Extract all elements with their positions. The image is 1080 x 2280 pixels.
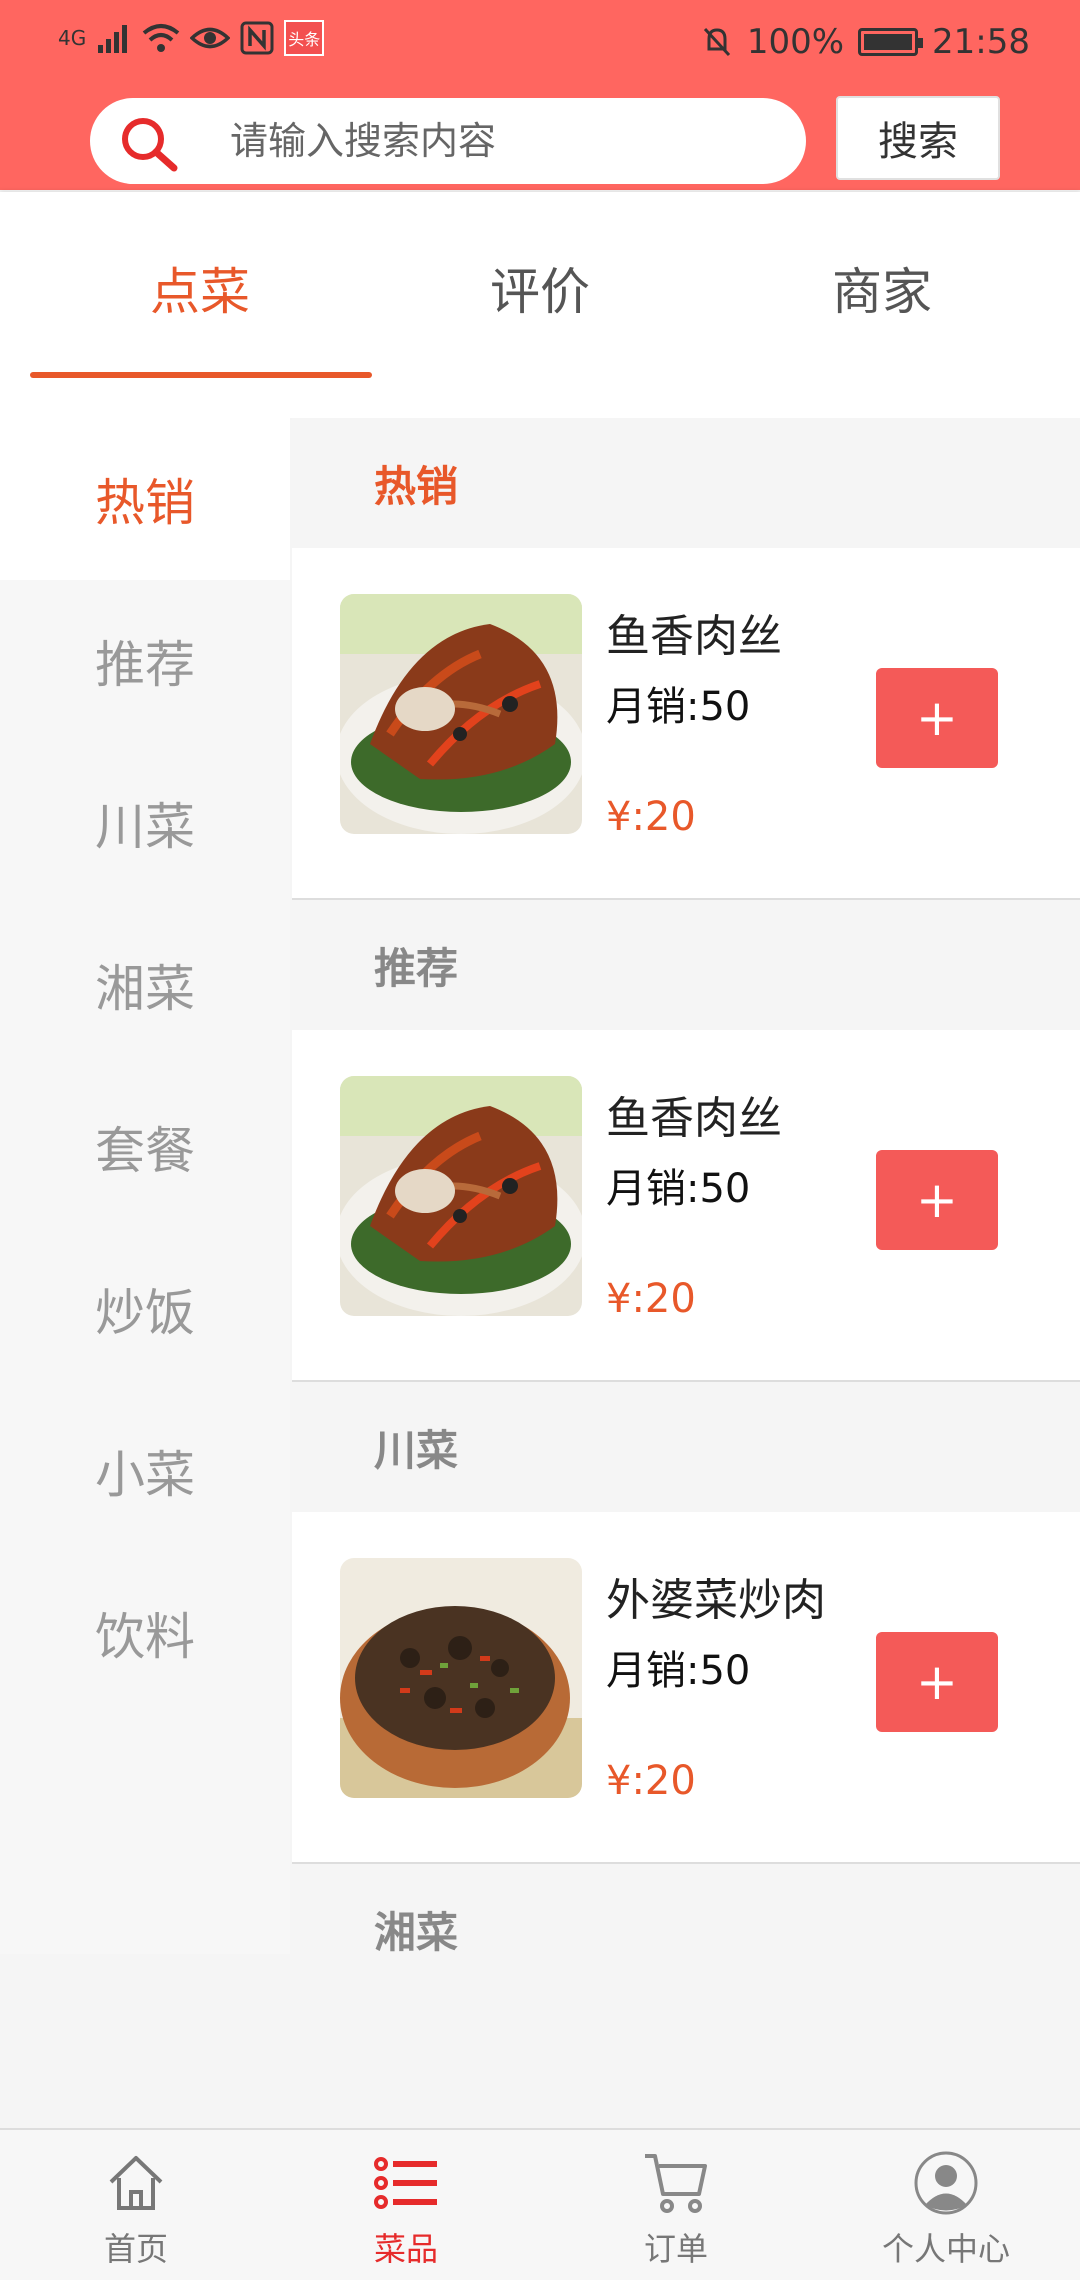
battery-percent: 100% xyxy=(746,22,845,62)
search-box[interactable] xyxy=(90,98,806,184)
dish-card: 外婆菜炒肉 月销:50 ¥:20 + xyxy=(292,1512,1080,1864)
category-item-set-meal[interactable]: 套餐 xyxy=(0,1066,290,1228)
section-header-recommended: 推荐 xyxy=(292,900,1080,1030)
dish-monthly-sales: 月销:50 xyxy=(606,684,751,730)
list-icon xyxy=(374,2157,437,2209)
nav-orders[interactable]: 订单 xyxy=(556,2148,796,2270)
dish-name: 外婆菜炒肉 xyxy=(606,1575,826,1626)
dish-monthly-sales: 月销:50 xyxy=(606,1648,751,1694)
section-header-hunan: 湘菜 xyxy=(292,1864,1080,1954)
add-to-cart-button[interactable]: + xyxy=(876,1150,998,1250)
home-icon xyxy=(109,2156,163,2210)
category-item-fried-rice[interactable]: 炒饭 xyxy=(0,1228,290,1390)
status-bar: 4G 头条 100% 21:58 xyxy=(0,0,1080,92)
dish-card: 鱼香肉丝 月销:50 ¥:20 + xyxy=(292,548,1080,900)
nav-profile[interactable]: 个人中心 xyxy=(826,2148,1066,2270)
dish-price: ¥:20 xyxy=(606,1758,696,1804)
status-left: 4G 头条 xyxy=(58,20,325,56)
category-item-sichuan[interactable]: 川菜 xyxy=(0,742,290,904)
search-button[interactable]: 搜索 xyxy=(836,96,1000,180)
dish-card: 鱼香肉丝 月销:50 ¥:20 + xyxy=(292,1030,1080,1382)
network-label: 4G xyxy=(58,26,87,50)
add-to-cart-button[interactable]: + xyxy=(876,668,998,768)
user-icon xyxy=(914,2151,978,2215)
nfc-icon xyxy=(240,21,274,55)
tab-bar: 点菜 评价 商家 xyxy=(0,192,1080,418)
add-to-cart-button[interactable]: + xyxy=(876,1632,998,1732)
mute-bell-icon xyxy=(703,27,730,57)
bottom-nav: 首页 菜品 订单 个人中心 xyxy=(0,2128,1080,2280)
dish-image xyxy=(340,594,582,834)
cart-icon xyxy=(645,2154,707,2213)
section-header-sichuan: 川菜 xyxy=(292,1382,1080,1512)
tab-merchant[interactable]: 商家 xyxy=(712,252,1052,324)
nav-dishes[interactable]: 菜品 xyxy=(286,2148,526,2270)
status-right: 100% 21:58 xyxy=(701,22,1030,62)
header: 4G 头条 100% 21:58 请输入搜索内容 搜索 xyxy=(0,0,1080,190)
nav-dishes-label: 菜品 xyxy=(373,2230,438,2268)
category-item-side-dish[interactable]: 小菜 xyxy=(0,1390,290,1552)
active-tab-indicator xyxy=(30,372,372,378)
dish-monthly-sales: 月销:50 xyxy=(606,1166,751,1212)
signal-icon xyxy=(98,25,128,53)
nav-profile-label: 个人中心 xyxy=(881,2230,1010,2268)
section-header-hot: 热销 xyxy=(292,418,1080,548)
search-icon xyxy=(122,118,178,172)
dish-price: ¥:20 xyxy=(606,794,696,840)
search-input[interactable] xyxy=(230,110,770,172)
nav-home-label: 首页 xyxy=(103,2230,168,2268)
toutiao-badge-icon: 头条 xyxy=(284,20,325,56)
nav-orders-label: 订单 xyxy=(643,2230,708,2268)
dish-price: ¥:20 xyxy=(606,1276,696,1322)
app-screen: 4G 头条 100% 21:58 请输入搜索内容 搜索 点菜 评价 商家 热销 … xyxy=(0,0,1080,2280)
nav-home[interactable]: 首页 xyxy=(16,2148,256,2270)
tab-reviews[interactable]: 评价 xyxy=(370,252,710,324)
dish-image xyxy=(340,1076,582,1316)
dish-image xyxy=(340,1558,582,1798)
category-item-drinks[interactable]: 饮料 xyxy=(0,1552,290,1714)
category-item-recommended[interactable]: 推荐 xyxy=(0,580,290,742)
category-item-hunan[interactable]: 湘菜 xyxy=(0,904,290,1066)
battery-icon xyxy=(858,28,924,56)
category-sidebar: 热销 推荐 川菜 湘菜 套餐 炒饭 小菜 饮料 xyxy=(0,418,290,1954)
clock: 21:58 xyxy=(932,22,1030,62)
dish-name: 鱼香肉丝 xyxy=(606,1093,782,1144)
tab-order[interactable]: 点菜 xyxy=(30,252,370,324)
wifi-icon xyxy=(142,24,180,52)
dish-name: 鱼香肉丝 xyxy=(606,611,782,662)
eye-icon xyxy=(190,27,231,49)
category-item-hot[interactable]: 热销 xyxy=(0,418,290,580)
dish-list[interactable]: 热销 鱼香肉丝 月销:50 ¥:20 + 推荐 鱼香肉丝 月销:50 ¥:20 … xyxy=(292,418,1080,1954)
